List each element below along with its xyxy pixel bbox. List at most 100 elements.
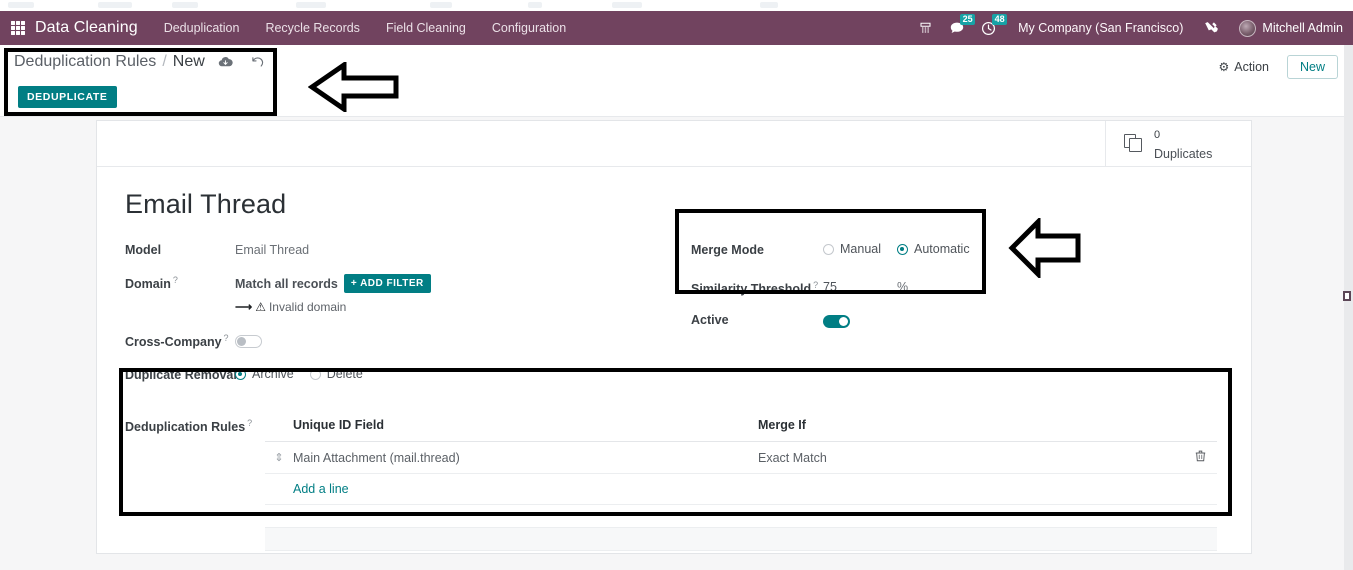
radio-option-manual[interactable]: Manual [823, 242, 881, 256]
add-a-line-link[interactable]: Add a line [293, 482, 349, 496]
nav-item-recycle-records[interactable]: Recycle Records [265, 21, 359, 35]
wrench-icon[interactable] [1203, 20, 1219, 36]
field-row-merge-mode: Merge Mode Manual Automatic [691, 242, 1121, 261]
clock-icon[interactable]: 48 [981, 13, 1008, 36]
arrow-right-icon: ⟶ [235, 300, 253, 314]
radio-delete-label: Delete [326, 367, 363, 381]
table-row[interactable]: ⇕ Main Attachment (mail.thread) Exact Ma… [265, 441, 1217, 474]
cell-merge-if[interactable]: Exact Match [758, 441, 1183, 474]
value-model[interactable]: Email Thread [235, 242, 309, 257]
navbar-right-group: 25 48 My Company (San Francisco) Mitchel… [902, 13, 1353, 37]
page-scrollbar[interactable] [1344, 45, 1353, 570]
add-line-row[interactable]: Add a line [265, 473, 1217, 505]
control-panel: Deduplication Rules / New DEDUPLICATE ⚙ [0, 45, 1353, 117]
similarity-threshold-unit: % [897, 280, 909, 294]
field-row-duplicate-removal: Duplicate Removal Archive Delete [125, 367, 681, 386]
label-similarity-threshold: Similarity Threshold? [691, 279, 823, 296]
radio-archive-label: Archive [252, 367, 294, 381]
radio-archive-input[interactable] [235, 368, 246, 380]
label-duplicate-removal: Duplicate Removal [125, 368, 237, 382]
form-columns: Model Email Thread Domain? Match all rec… [125, 242, 1223, 399]
active-toggle[interactable] [823, 315, 850, 328]
radio-manual-input[interactable] [823, 243, 834, 255]
trash-icon[interactable] [1183, 441, 1217, 474]
duplicates-label: Duplicates [1154, 146, 1213, 161]
form-body: Email Thread Model Email Thread Domain? [97, 167, 1251, 570]
cross-company-help-icon[interactable]: ? [224, 333, 229, 343]
table-empty-row [265, 550, 1217, 570]
label-cross-company: Cross-Company? [125, 332, 235, 349]
add-filter-button[interactable]: + ADD FILTER [343, 274, 431, 293]
label-deduplication-rules: Deduplication Rules? [125, 415, 265, 570]
new-record-button[interactable]: New [1286, 55, 1338, 79]
radio-option-automatic[interactable]: Automatic [897, 242, 970, 256]
cloud-save-icon[interactable] [218, 56, 233, 68]
stat-button-duplicates[interactable]: 0 Duplicates [1105, 121, 1251, 166]
breadcrumb-current-new: New [172, 53, 205, 70]
domain-match-text: Match all records [235, 276, 338, 291]
apps-grid-icon[interactable] [11, 21, 25, 35]
stat-button-bar: 0 Duplicates [97, 121, 1251, 167]
column-header-merge-if: Merge If [758, 415, 1183, 442]
chat-badge-count: 25 [960, 13, 976, 25]
deduplicate-button[interactable]: DEDUPLICATE [18, 86, 117, 108]
field-row-cross-company: Cross-Company? [125, 332, 681, 351]
status-bar: DEDUPLICATE [0, 83, 1353, 117]
label-active: Active [691, 313, 729, 327]
field-row-similarity-threshold: Similarity Threshold? 75 % [691, 279, 1121, 298]
duplicates-count: 0 [1154, 128, 1161, 141]
browser-chrome-strip [0, 0, 1353, 11]
chat-icon[interactable]: 25 [949, 13, 976, 36]
table-empty-row [265, 504, 1217, 528]
phone-icon[interactable] [918, 21, 933, 36]
form-sheet: 0 Duplicates Email Thread Model Email Th… [96, 120, 1252, 570]
label-similarity-threshold-text: Similarity Threshold [691, 282, 812, 297]
label-domain: Domain? [125, 274, 235, 291]
page-title: Email Thread [125, 189, 287, 219]
breadcrumb-separator: / [162, 53, 167, 70]
action-menu-label: Action [1234, 60, 1269, 74]
nav-item-deduplication[interactable]: Deduplication [164, 21, 240, 35]
deduplication-rules-help-icon[interactable]: ? [247, 418, 252, 428]
scrollbar-thumb-marker[interactable] [1343, 291, 1351, 301]
label-cross-company-text: Cross-Company [125, 335, 222, 350]
table-header-row: Unique ID Field Merge If [265, 415, 1217, 442]
user-menu-mitchell-admin[interactable]: Mitchell Admin [1262, 21, 1343, 35]
breadcrumb: Deduplication Rules / New [14, 53, 264, 71]
field-row-model: Model Email Thread [125, 242, 681, 261]
domain-help-icon[interactable]: ? [173, 275, 178, 285]
cell-unique-id-field[interactable]: Main Attachment (mail.thread) [293, 441, 758, 474]
cross-company-toggle[interactable] [235, 335, 262, 348]
nav-item-field-cleaning[interactable]: Field Cleaning [386, 21, 466, 35]
form-column-left: Model Email Thread Domain? Match all rec… [125, 242, 681, 399]
field-row-active: Active [691, 312, 1121, 331]
screenshot-root: Data Cleaning Deduplication Recycle Reco… [0, 0, 1353, 570]
domain-summary-line: Match all records + ADD FILTER [235, 274, 431, 293]
radio-delete-input[interactable] [309, 368, 321, 380]
merge-mode-radios: Manual Automatic [823, 242, 986, 256]
label-deduplication-rules-text: Deduplication Rules [125, 420, 246, 435]
user-avatar[interactable] [1239, 19, 1257, 37]
radio-manual-label: Manual [840, 242, 881, 256]
top-navbar: Data Cleaning Deduplication Recycle Reco… [0, 11, 1353, 45]
app-brand-data-cleaning[interactable]: Data Cleaning [35, 19, 138, 37]
deduplication-rules-table: Unique ID Field Merge If ⇕ Main Attachme… [265, 415, 1217, 570]
radio-automatic-input[interactable] [897, 243, 908, 255]
radio-option-delete[interactable]: Delete [309, 367, 363, 381]
control-panel-actions: ⚙ Action New [1218, 55, 1338, 79]
nav-item-configuration[interactable]: Configuration [492, 21, 566, 35]
radio-option-archive[interactable]: Archive [235, 367, 294, 381]
discard-undo-icon[interactable] [250, 56, 264, 69]
label-model: Model [125, 243, 162, 257]
similarity-threshold-input[interactable]: 75 [823, 279, 881, 294]
company-selector[interactable]: My Company (San Francisco) [1018, 21, 1183, 35]
invalid-domain-text: Invalid domain [268, 300, 347, 314]
drag-handle-icon[interactable]: ⇕ [265, 441, 293, 474]
activities-badge-count: 48 [992, 13, 1008, 25]
radio-automatic-label: Automatic [914, 242, 970, 256]
similarity-help-icon[interactable]: ? [813, 280, 818, 290]
label-domain-text: Domain [125, 277, 171, 292]
breadcrumb-parent-deduplication-rules[interactable]: Deduplication Rules [14, 53, 156, 71]
action-menu-button[interactable]: ⚙ Action [1218, 60, 1269, 74]
domain-editor: Match all records + ADD FILTER ⟶ ⚠ Inval… [235, 274, 431, 314]
